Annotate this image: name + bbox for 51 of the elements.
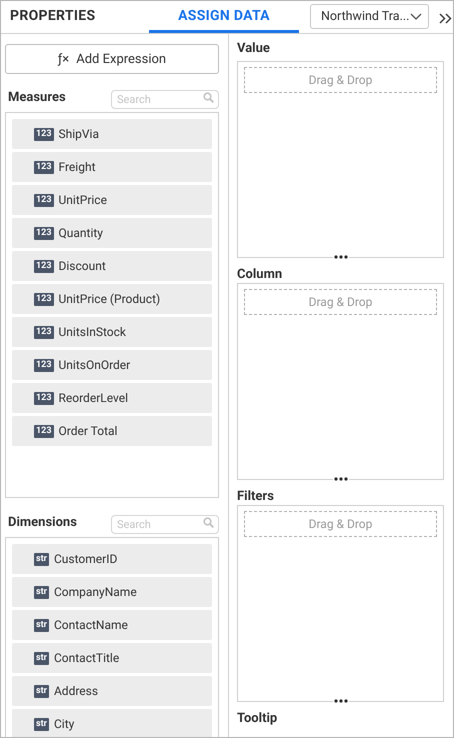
field-item[interactable]: str Address <box>12 676 212 706</box>
search-icon <box>203 92 214 102</box>
field-item[interactable]: 123 UnitPrice <box>12 185 212 215</box>
section-title: Dimensions <box>8 514 77 530</box>
tab[interactable]: PROPERTIES <box>1 1 149 33</box>
field-item[interactable]: 123 UnitsOnOrder <box>12 350 212 380</box>
datasource-dropdown[interactable]: Northwind Tra... <box>310 4 429 29</box>
field-item[interactable]: str CompanyName <box>12 577 212 607</box>
field-item[interactable]: 123 Order Total <box>12 416 212 446</box>
type-tag: str <box>34 552 49 566</box>
add-expression-button[interactable]: ƒ× Add Expression <box>5 44 219 74</box>
type-tag: str <box>34 618 49 632</box>
search-field[interactable]: Search <box>111 90 219 108</box>
field-item[interactable]: str CustomerID <box>12 544 212 574</box>
field-item[interactable]: str ContactName <box>12 610 212 640</box>
type-tag: 123 <box>34 226 54 240</box>
type-tag: 123 <box>34 194 54 206</box>
field-item[interactable]: 123 Quantity <box>12 218 212 248</box>
field-item[interactable]: str ContactTitle <box>12 643 212 673</box>
chevron-down-icon <box>410 12 422 20</box>
field-item[interactable]: 123 UnitsInStock <box>12 317 212 347</box>
type-tag: str <box>34 684 49 698</box>
tab[interactable]: ASSIGN DATA <box>149 1 299 33</box>
zone-title: Tooltip <box>237 711 278 728</box>
section-title: Measures <box>8 90 66 104</box>
search-icon <box>203 516 214 528</box>
zone-title: Filters <box>237 489 275 506</box>
field-item[interactable]: str City <box>12 709 212 737</box>
type-tag: 123 <box>34 326 54 338</box>
field-item[interactable]: 123 UnitPrice (Product) <box>12 284 212 314</box>
type-tag: 123 <box>34 160 54 174</box>
zone-title: Value <box>237 41 271 58</box>
search-field[interactable]: Search <box>111 514 219 534</box>
type-tag: 123 <box>34 128 54 140</box>
type-tag: 123 <box>34 392 54 404</box>
resize-handle-icon[interactable] <box>332 476 348 482</box>
resize-handle-icon[interactable] <box>332 698 348 704</box>
type-tag: 123 <box>34 424 54 438</box>
resize-handle-icon[interactable] <box>332 254 348 260</box>
type-tag: str <box>34 586 49 598</box>
type-tag: str <box>34 718 49 730</box>
type-tag: 123 <box>34 292 54 306</box>
type-tag: 123 <box>34 358 54 372</box>
double-chevron-icon[interactable] <box>439 13 453 24</box>
zone-title: Column <box>237 267 284 284</box>
field-item[interactable]: 123 Discount <box>12 251 212 281</box>
type-tag: str <box>34 652 49 664</box>
field-item[interactable]: 123 Freight <box>12 152 212 182</box>
field-item[interactable]: 123 ShipVia <box>12 119 212 149</box>
type-tag: 123 <box>34 260 54 272</box>
field-item[interactable]: 123 ReorderLevel <box>12 383 212 413</box>
